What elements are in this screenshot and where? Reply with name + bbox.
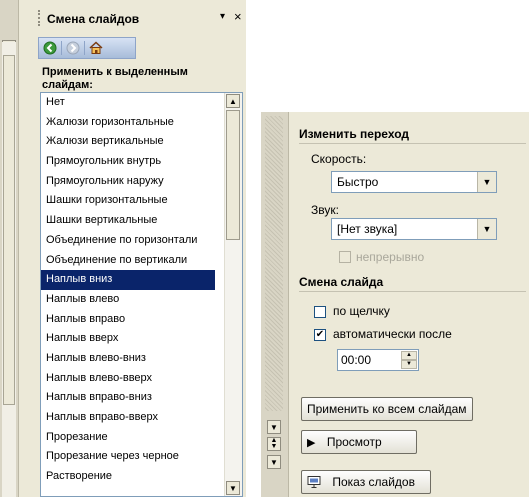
forward-icon[interactable] (65, 40, 81, 56)
advance-slide-title: Смена слайда (299, 275, 384, 289)
transition-list-item[interactable]: Прямоугольник внутрь (41, 152, 215, 172)
nav-separator (84, 41, 85, 55)
preview-label: Просмотр (326, 435, 382, 449)
transition-list-item[interactable]: Жалюзи горизонтальные (41, 113, 215, 133)
transition-list-item[interactable]: Объединение по горизонтали (41, 231, 215, 251)
loop-checkbox[interactable] (339, 251, 351, 263)
transition-list-item[interactable]: Шашки горизонтальные (41, 191, 215, 211)
slideshow-icon (307, 472, 321, 494)
transition-list-item[interactable]: Наплыв вправо (41, 310, 215, 330)
transition-list-item[interactable]: Наплыв влево-вверх (41, 369, 215, 389)
auto-after-time-input[interactable]: 00:00 ▲ ▼ (337, 349, 419, 371)
change-transition-title: Изменить переход (299, 127, 409, 141)
transition-list-item[interactable]: Наплыв вниз (41, 270, 215, 290)
auto-after-checkbox[interactable]: ✔ (314, 329, 326, 341)
spin-up-icon[interactable]: ▲ (401, 351, 417, 360)
close-icon[interactable]: × (234, 9, 242, 24)
pane-grip[interactable] (38, 10, 42, 26)
transition-list-item[interactable]: Наплыв влево-вниз (41, 349, 215, 369)
pane-menu-arrow-icon[interactable]: ▾ (220, 11, 225, 22)
auto-after-time-value: 00:00 (341, 353, 372, 367)
transition-list-item[interactable]: Объединение по вертикали (41, 251, 215, 271)
list-scroll-down-icon[interactable]: ▼ (226, 481, 240, 495)
spin-down-icon[interactable]: ▼ (401, 360, 417, 369)
scroll-page-down-icon[interactable]: ▼ (267, 455, 281, 469)
transition-list-item[interactable]: Наплыв вправо-вниз (41, 388, 215, 408)
auto-after-label: автоматически после (333, 327, 452, 341)
scroll-down-arrow-icon[interactable]: ▼ (267, 420, 281, 434)
chevron-down-icon[interactable]: ▼ (477, 172, 496, 192)
section-divider (299, 143, 526, 144)
scroll-track-hatch (265, 116, 283, 411)
sound-label: Звук: (311, 203, 339, 217)
on-click-label: по щелчку (333, 304, 390, 318)
apply-to-selected-label: Применить к выделенным слайдам: (42, 66, 188, 91)
speed-label: Скорость: (311, 152, 367, 166)
transition-list-item[interactable]: Растворение (41, 467, 215, 487)
transition-list-item[interactable]: Прорезание через черное (41, 447, 215, 467)
nav-separator (61, 41, 62, 55)
speed-select[interactable]: Быстро ▼ (331, 171, 497, 193)
outer-scrollbar-right[interactable]: ▼ ▲ ▼ ▼ (261, 112, 289, 497)
on-click-checkbox[interactable] (314, 306, 326, 318)
back-icon[interactable] (42, 40, 58, 56)
section-divider (299, 291, 526, 292)
sound-select[interactable]: [Нет звука] ▼ (331, 218, 497, 240)
loop-label: непрерывно (356, 250, 425, 264)
list-scroll-thumb[interactable] (226, 110, 240, 240)
transition-list: Нет Жалюзи горизонтальные Жалюзи вертикаль… (41, 93, 242, 487)
list-scrollbar[interactable]: ▲ ▼ (224, 93, 242, 496)
outer-scrollbar[interactable]: ▲ (0, 0, 19, 497)
transition-list-item[interactable]: Прорезание (41, 428, 215, 448)
transition-list-item[interactable]: Наплыв вправо-вверх (41, 408, 215, 428)
preview-button[interactable]: ▶ Просмотр (301, 430, 417, 454)
slideshow-button[interactable]: Показ слайдов (301, 470, 431, 494)
scroll-page-up-icon[interactable]: ▲ ▼ (267, 437, 281, 451)
speed-value: Быстро (337, 175, 379, 189)
sound-value: [Нет звука] (337, 222, 398, 236)
slideshow-label: Показ слайдов (332, 475, 415, 489)
transition-list-item[interactable]: Жалюзи вертикальные (41, 132, 215, 152)
home-icon[interactable] (88, 40, 104, 56)
transition-list-item[interactable]: Прямоугольник наружу (41, 172, 215, 192)
time-spinner[interactable]: ▲ ▼ (401, 351, 417, 369)
pane-title: Смена слайдов (47, 12, 140, 26)
transition-list-item[interactable]: Наплыв вверх (41, 329, 215, 349)
list-scroll-up-icon[interactable]: ▲ (226, 94, 240, 108)
apply-to-all-button[interactable]: Применить ко всем слайдам (301, 397, 473, 421)
outer-scroll-thumb[interactable] (3, 55, 15, 405)
transition-list-item[interactable]: Нет (41, 93, 215, 113)
transition-options-pane: ▼ ▲ ▼ ▼ Изменить переход Скорость: Быстро… (261, 112, 529, 497)
transition-list-item[interactable]: Наплыв влево (41, 290, 215, 310)
transition-listbox[interactable]: Нет Жалюзи горизонтальные Жалюзи вертикаль… (40, 92, 243, 497)
transition-list-item[interactable]: Шашки вертикальные (41, 211, 215, 231)
transition-task-pane: ▲ Смена слайдов ▾ × Применить к выделенн… (0, 0, 246, 497)
play-icon: ▶ (307, 437, 316, 449)
pane-nav-bar (38, 37, 136, 59)
pane-header: Смена слайдов ▾ × (38, 6, 246, 30)
chevron-down-icon[interactable]: ▼ (477, 219, 496, 239)
